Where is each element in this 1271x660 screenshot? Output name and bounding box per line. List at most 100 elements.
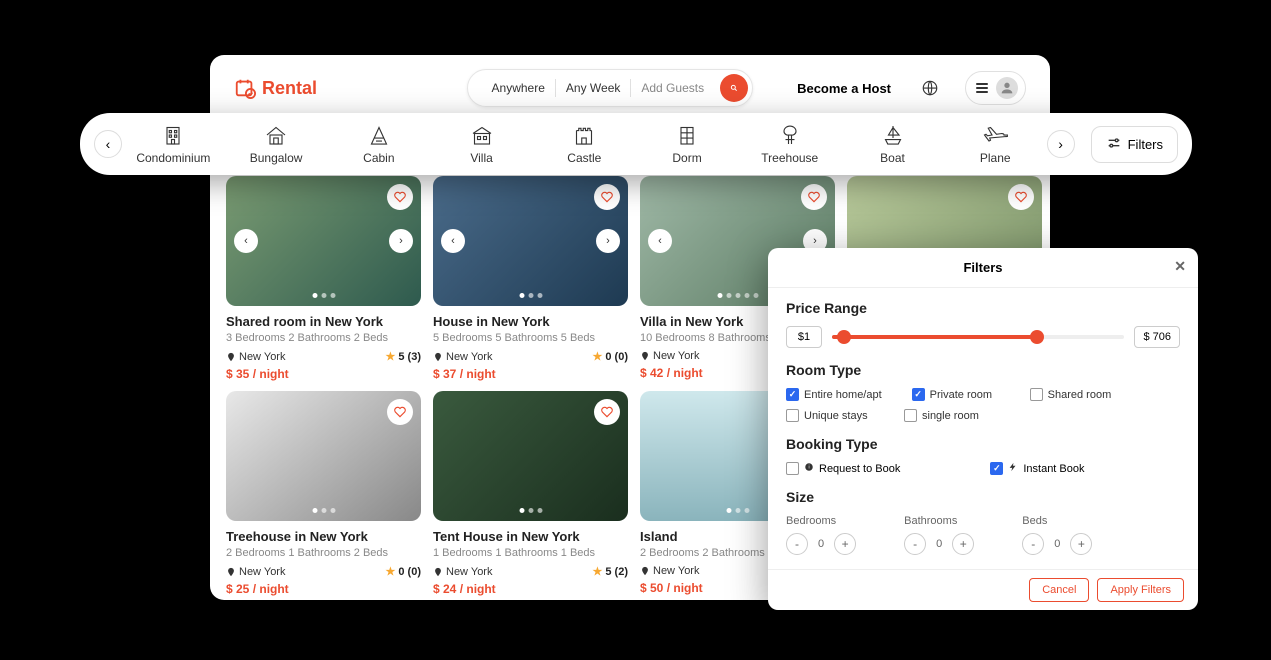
category-bungalow[interactable]: Bungalow [225, 123, 328, 165]
listing-card[interactable]: ‹›House in New York5 Bedrooms 5 Bathroom… [433, 176, 628, 381]
image-prev-button[interactable]: ‹ [441, 229, 465, 253]
category-plane[interactable]: Plane [944, 123, 1047, 165]
image-dots [519, 293, 542, 298]
become-host-link[interactable]: Become a Host [797, 81, 891, 96]
image-prev-button[interactable]: ‹ [648, 229, 672, 253]
size-value: 0 [936, 538, 942, 550]
listing-image[interactable]: ‹› [226, 176, 421, 306]
listing-rating: ★ 5 (3) [385, 350, 421, 363]
increment-button[interactable]: + [952, 533, 974, 555]
heart-icon[interactable] [1008, 184, 1034, 210]
booking-type-option[interactable]: iRequest to Book [786, 462, 900, 475]
search-who[interactable]: Add Guests [631, 81, 714, 95]
listing-rating: ★ 5 (2) [592, 565, 628, 578]
search-pill[interactable]: Anywhere Any Week Add Guests [467, 69, 754, 107]
filters-label: Filters [1128, 137, 1163, 152]
heart-icon[interactable] [594, 184, 620, 210]
listing-price: $ 35 / night [226, 367, 421, 381]
checkbox[interactable] [1030, 388, 1043, 401]
listing-rating: ★ 0 (0) [385, 565, 421, 578]
category-condominium[interactable]: Condominium [122, 123, 225, 165]
checkbox[interactable] [786, 409, 799, 422]
listing-image[interactable]: ‹› [433, 176, 628, 306]
listing-location: New York [433, 566, 492, 578]
listing-image[interactable] [433, 391, 628, 521]
checkbox[interactable]: ✓ [912, 388, 925, 401]
category-treehouse[interactable]: Treehouse [738, 123, 841, 165]
brand-logo[interactable]: Rental [234, 77, 317, 99]
listing-image[interactable] [226, 391, 421, 521]
listing-card[interactable]: ‹›Shared room in New York3 Bedrooms 2 Ba… [226, 176, 421, 381]
room-type-label: Room Type [786, 362, 1180, 378]
slider-thumb-max[interactable] [1030, 330, 1044, 344]
apply-filters-button[interactable]: Apply Filters [1097, 578, 1184, 602]
image-next-button[interactable]: › [389, 229, 413, 253]
heart-icon[interactable] [387, 399, 413, 425]
search-button[interactable] [720, 74, 748, 102]
listing-card[interactable]: Tent House in New York1 Bedrooms 1 Bathr… [433, 391, 628, 596]
filters-button[interactable]: Filters [1091, 126, 1178, 163]
category-boat[interactable]: Boat [841, 123, 944, 165]
filter-panel: Filters ✕ Price Range $1 $ 706 Room Type… [768, 248, 1198, 610]
price-max-input[interactable]: $ 706 [1134, 326, 1180, 348]
category-cabin[interactable]: Cabin [327, 123, 430, 165]
decrement-button[interactable]: - [904, 533, 926, 555]
room-type-option[interactable]: ✓Entire home/apt [786, 388, 882, 401]
calendar-check-icon [234, 77, 256, 99]
room-type-option[interactable]: Unique stays [786, 409, 874, 422]
avatar-icon [996, 77, 1018, 99]
listing-location: New York [640, 350, 699, 362]
price-slider[interactable] [832, 335, 1124, 339]
size-beds: Beds-0+ [1022, 515, 1092, 555]
search-when[interactable]: Any Week [556, 81, 630, 95]
increment-button[interactable]: + [834, 533, 856, 555]
filter-panel-title: Filters ✕ [768, 248, 1198, 288]
heart-icon[interactable] [594, 399, 620, 425]
booking-type-label: Booking Type [786, 436, 1180, 452]
bolt-icon [1008, 462, 1018, 475]
listing-detail: 3 Bedrooms 2 Bathrooms 2 Beds [226, 332, 421, 344]
listing-price: $ 25 / night [226, 582, 421, 596]
checkbox[interactable]: ✓ [990, 462, 1003, 475]
heart-icon[interactable] [387, 184, 413, 210]
heart-icon[interactable] [801, 184, 827, 210]
header: Rental Anywhere Any Week Add Guests Beco… [210, 55, 1050, 121]
room-type-option[interactable]: single room [904, 409, 992, 422]
checkbox[interactable]: ✓ [786, 388, 799, 401]
category-next-button[interactable]: › [1047, 130, 1075, 158]
condominium-icon [160, 123, 186, 147]
category-dorm[interactable]: Dorm [636, 123, 739, 165]
image-next-button[interactable]: › [596, 229, 620, 253]
image-dots [519, 508, 542, 513]
price-min-input[interactable]: $1 [786, 326, 822, 348]
villa-icon [469, 123, 495, 147]
checkbox[interactable] [904, 409, 917, 422]
room-type-option[interactable]: Shared room [1030, 388, 1118, 401]
slider-thumb-min[interactable] [837, 330, 851, 344]
boat-icon [880, 123, 906, 147]
user-menu[interactable] [965, 71, 1026, 105]
sliders-icon [1106, 135, 1122, 154]
close-icon[interactable]: ✕ [1174, 258, 1186, 275]
image-dots [312, 293, 335, 298]
listing-location: New York [226, 566, 285, 578]
decrement-button[interactable]: - [786, 533, 808, 555]
booking-type-option[interactable]: ✓Instant Book [990, 462, 1084, 475]
image-prev-button[interactable]: ‹ [234, 229, 258, 253]
listing-card[interactable]: Treehouse in New York 2 Bedrooms 1 Bathro… [226, 391, 421, 596]
search-where[interactable]: Anywhere [482, 81, 555, 95]
checkbox[interactable] [786, 462, 799, 475]
globe-icon[interactable] [921, 79, 939, 97]
room-type-option[interactable]: ✓Private room [912, 388, 1000, 401]
listing-title: Treehouse in New York [226, 529, 421, 544]
listing-location: New York [640, 565, 699, 577]
listing-detail: 2 Bedrooms 1 Bathrooms 2 Beds [226, 547, 421, 559]
listing-title: House in New York [433, 314, 628, 329]
category-castle[interactable]: Castle [533, 123, 636, 165]
cancel-button[interactable]: Cancel [1029, 578, 1089, 602]
cabin-icon [366, 123, 392, 147]
category-villa[interactable]: Villa [430, 123, 533, 165]
decrement-button[interactable]: - [1022, 533, 1044, 555]
category-prev-button[interactable]: ‹ [94, 130, 122, 158]
increment-button[interactable]: + [1070, 533, 1092, 555]
